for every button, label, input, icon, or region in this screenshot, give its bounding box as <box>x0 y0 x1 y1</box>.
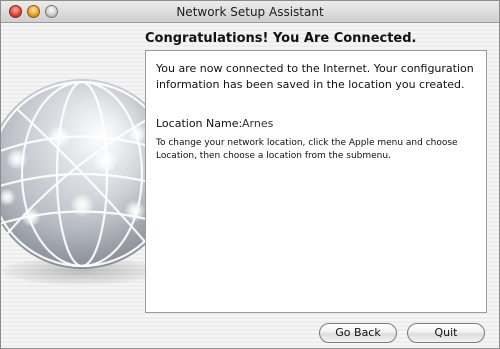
location-name-label: Location Name: <box>156 117 243 130</box>
location-name-value: Arnes <box>242 117 274 130</box>
title-bar[interactable]: Network Setup Assistant <box>1 1 499 23</box>
content-panel: You are now connected to the Internet. Y… <box>145 50 487 313</box>
network-setup-window: Network Setup Assistant Congratulations!… <box>0 0 500 349</box>
page-heading: Congratulations! You Are Connected. <box>145 31 417 46</box>
window-title: Network Setup Assistant <box>176 5 324 19</box>
quit-button[interactable]: Quit <box>407 323 485 343</box>
go-back-button[interactable]: Go Back <box>319 323 397 343</box>
connection-message: You are now connected to the Internet. Y… <box>156 62 474 91</box>
help-text: To change your network location, click t… <box>156 138 458 161</box>
